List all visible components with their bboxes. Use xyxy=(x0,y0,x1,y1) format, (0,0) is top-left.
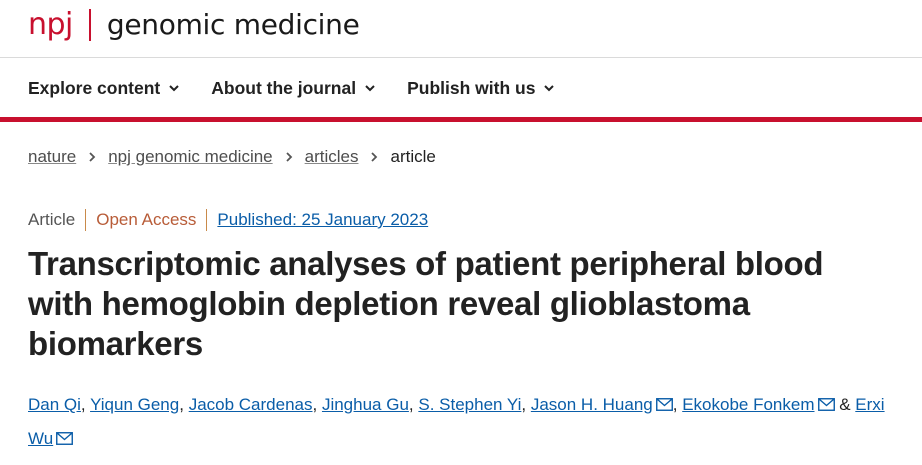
author-link[interactable]: Jason H. Huang xyxy=(531,395,653,414)
author-separator: , xyxy=(408,395,419,414)
chevron-right-icon xyxy=(285,152,292,162)
author-link[interactable]: Jacob Cardenas xyxy=(189,395,313,414)
breadcrumb-nature[interactable]: nature xyxy=(28,147,76,167)
author-separator: , xyxy=(179,395,189,414)
logo-npj: npj xyxy=(28,7,73,42)
nav-publish-with-us[interactable]: Publish with us xyxy=(407,74,556,102)
nav-item-label: About the journal xyxy=(211,77,357,98)
breadcrumb-journal[interactable]: npj genomic medicine xyxy=(108,147,272,167)
article-type: Article xyxy=(28,210,76,229)
article-meta: Article Open Access Published: 25 Januar… xyxy=(28,209,428,231)
author-separator: , xyxy=(312,395,322,414)
email-icon[interactable] xyxy=(817,389,835,411)
article-title: Transcriptomic analyses of patient perip… xyxy=(28,245,824,362)
breadcrumb: nature npj genomic medicine articles art… xyxy=(28,146,436,168)
email-icon[interactable] xyxy=(655,389,673,411)
author-link[interactable]: Dan Qi xyxy=(28,395,81,414)
accent-rule xyxy=(0,117,922,122)
nav-explore-content[interactable]: Explore content xyxy=(28,74,181,102)
logo-journal-name: genomic medicine xyxy=(106,8,360,41)
nav-item-label: Explore content xyxy=(28,77,161,98)
logo-divider xyxy=(88,9,91,41)
chevron-right-icon xyxy=(89,152,96,162)
email-icon[interactable] xyxy=(56,423,74,445)
author-separator: , xyxy=(80,395,91,414)
author-link[interactable]: S. Stephen Yi xyxy=(418,395,521,414)
nav-about-journal[interactable]: About the journal xyxy=(211,74,377,102)
main-nav: Explore content About the journal Publis… xyxy=(28,74,586,102)
author-separator: , xyxy=(672,395,683,414)
meta-divider xyxy=(85,209,87,231)
author-conjunction: & xyxy=(834,395,856,414)
journal-logo[interactable]: npj genomic medicine xyxy=(28,6,360,44)
header-divider xyxy=(0,57,922,58)
chevron-down-icon xyxy=(544,85,555,92)
author-link[interactable]: Yiqun Geng xyxy=(90,395,179,414)
breadcrumb-articles[interactable]: articles xyxy=(305,147,359,167)
author-list: Dan Qi, Yiqun Geng, Jacob Cardenas, Jing… xyxy=(28,388,908,456)
author-link[interactable]: Ekokobe Fonkem xyxy=(682,395,814,414)
author-link[interactable]: Jinghua Gu xyxy=(322,395,409,414)
breadcrumb-current: article xyxy=(390,147,436,166)
chevron-right-icon xyxy=(371,152,378,162)
chevron-down-icon xyxy=(169,85,179,92)
open-access-badge: Open Access xyxy=(96,210,197,229)
published-date-link[interactable]: Published: 25 January 2023 xyxy=(217,210,428,230)
chevron-down-icon xyxy=(365,85,375,92)
meta-divider xyxy=(206,209,208,231)
site-header: npj genomic medicine xyxy=(0,0,922,52)
author-separator: , xyxy=(521,395,531,414)
nav-item-label: Publish with us xyxy=(407,77,536,98)
